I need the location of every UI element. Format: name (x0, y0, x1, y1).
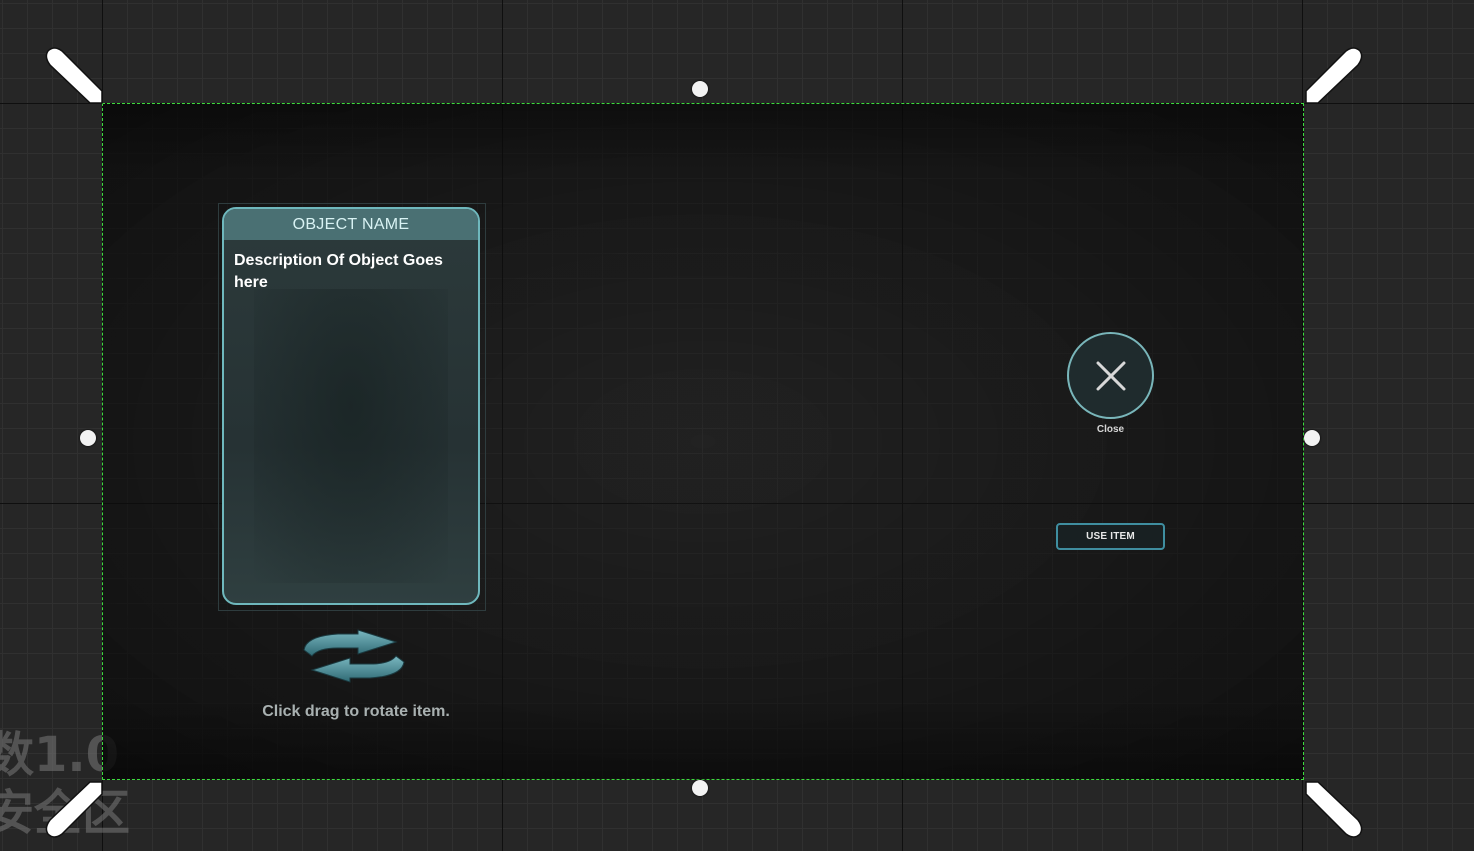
resize-handle-top[interactable] (692, 81, 708, 97)
close-icon (1096, 361, 1125, 390)
rotate-hint-text: Click drag to rotate item. (262, 703, 450, 720)
anchor-corner-bottom-right-icon[interactable] (1302, 778, 1366, 842)
close-label: Close (1096, 424, 1125, 435)
anchor-corner-top-right-icon[interactable] (1302, 43, 1366, 107)
card-glow (254, 289, 448, 583)
resize-handle-left[interactable] (80, 430, 96, 446)
rotate-arrows-icon[interactable] (298, 628, 410, 684)
object-name-title: OBJECT NAME (224, 209, 478, 240)
object-info-card: OBJECT NAME Description Of Object Goes h… (222, 207, 480, 605)
close-button[interactable] (1067, 332, 1154, 419)
anchor-corner-bottom-left-icon[interactable] (42, 778, 106, 842)
use-item-button[interactable]: USE ITEM (1056, 523, 1165, 550)
anchor-corner-top-left-icon[interactable] (42, 43, 106, 107)
resize-handle-right[interactable] (1304, 430, 1320, 446)
resize-handle-bottom[interactable] (692, 780, 708, 796)
